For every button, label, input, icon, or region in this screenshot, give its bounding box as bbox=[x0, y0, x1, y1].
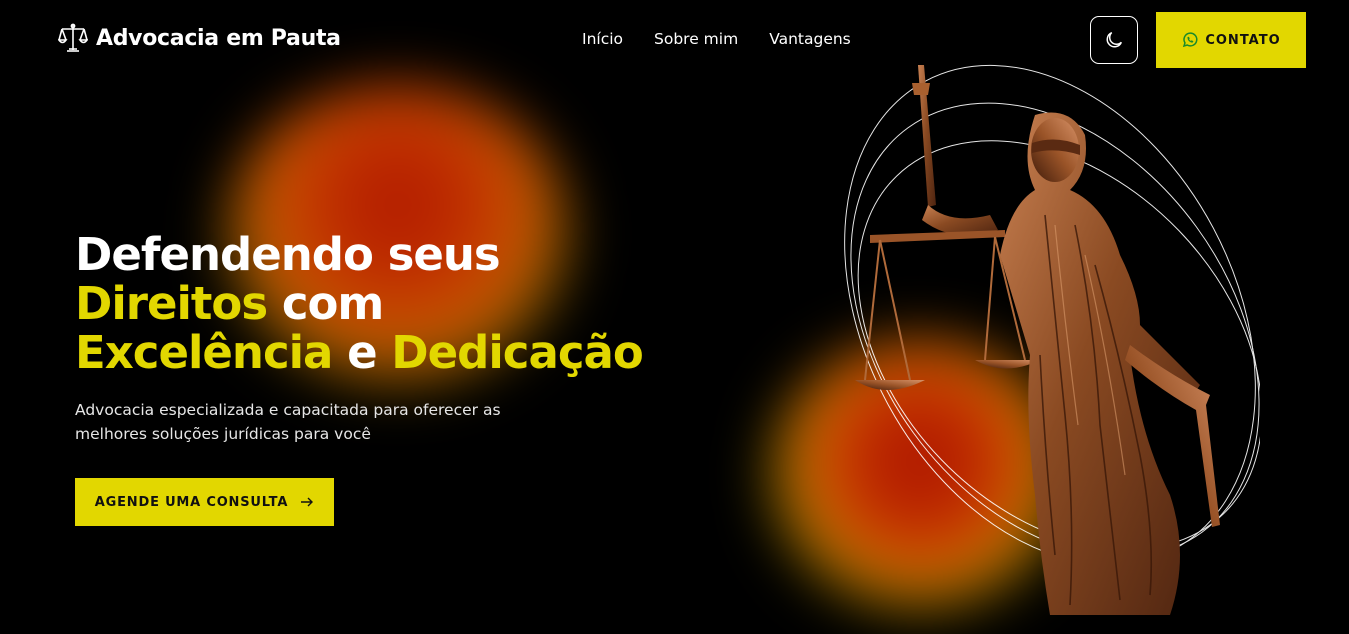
schedule-consultation-button[interactable]: AGENDE UMA CONSULTA bbox=[75, 478, 334, 526]
hero-title-com: com bbox=[281, 277, 384, 330]
scales-icon bbox=[58, 23, 88, 52]
whatsapp-icon bbox=[1183, 32, 1198, 48]
hero-title-e: e bbox=[347, 326, 378, 379]
hero-subtitle: Advocacia especializada e capacitada par… bbox=[75, 401, 501, 443]
hero-title-direitos: Direitos bbox=[75, 277, 268, 330]
hero-section: Defendendo seus Direitos com Excelência … bbox=[75, 228, 644, 379]
brand-logo[interactable]: Advocacia em Pauta bbox=[58, 22, 341, 54]
arrow-right-icon bbox=[301, 497, 314, 507]
nav-item-inicio[interactable]: Início bbox=[582, 30, 623, 48]
hero-title-excelencia: Excelência bbox=[75, 326, 333, 379]
hero-title: Defendendo seus Direitos com Excelência … bbox=[75, 228, 644, 379]
brand-name: Advocacia em Pauta bbox=[96, 25, 341, 51]
contact-button-label: CONTATO bbox=[1205, 32, 1281, 48]
moon-icon bbox=[1106, 31, 1123, 48]
main-nav: Início Sobre mim Vantagens bbox=[582, 30, 851, 48]
cta-label: AGENDE UMA CONSULTA bbox=[94, 494, 289, 510]
nav-item-vantagens[interactable]: Vantagens bbox=[769, 30, 851, 48]
hero-title-line1: Defendendo seus bbox=[75, 228, 501, 281]
lady-justice-illustration bbox=[844, 64, 1260, 615]
nav-item-sobre-mim[interactable]: Sobre mim bbox=[654, 30, 738, 48]
hero-title-dedicacao: Dedicação bbox=[391, 326, 644, 379]
